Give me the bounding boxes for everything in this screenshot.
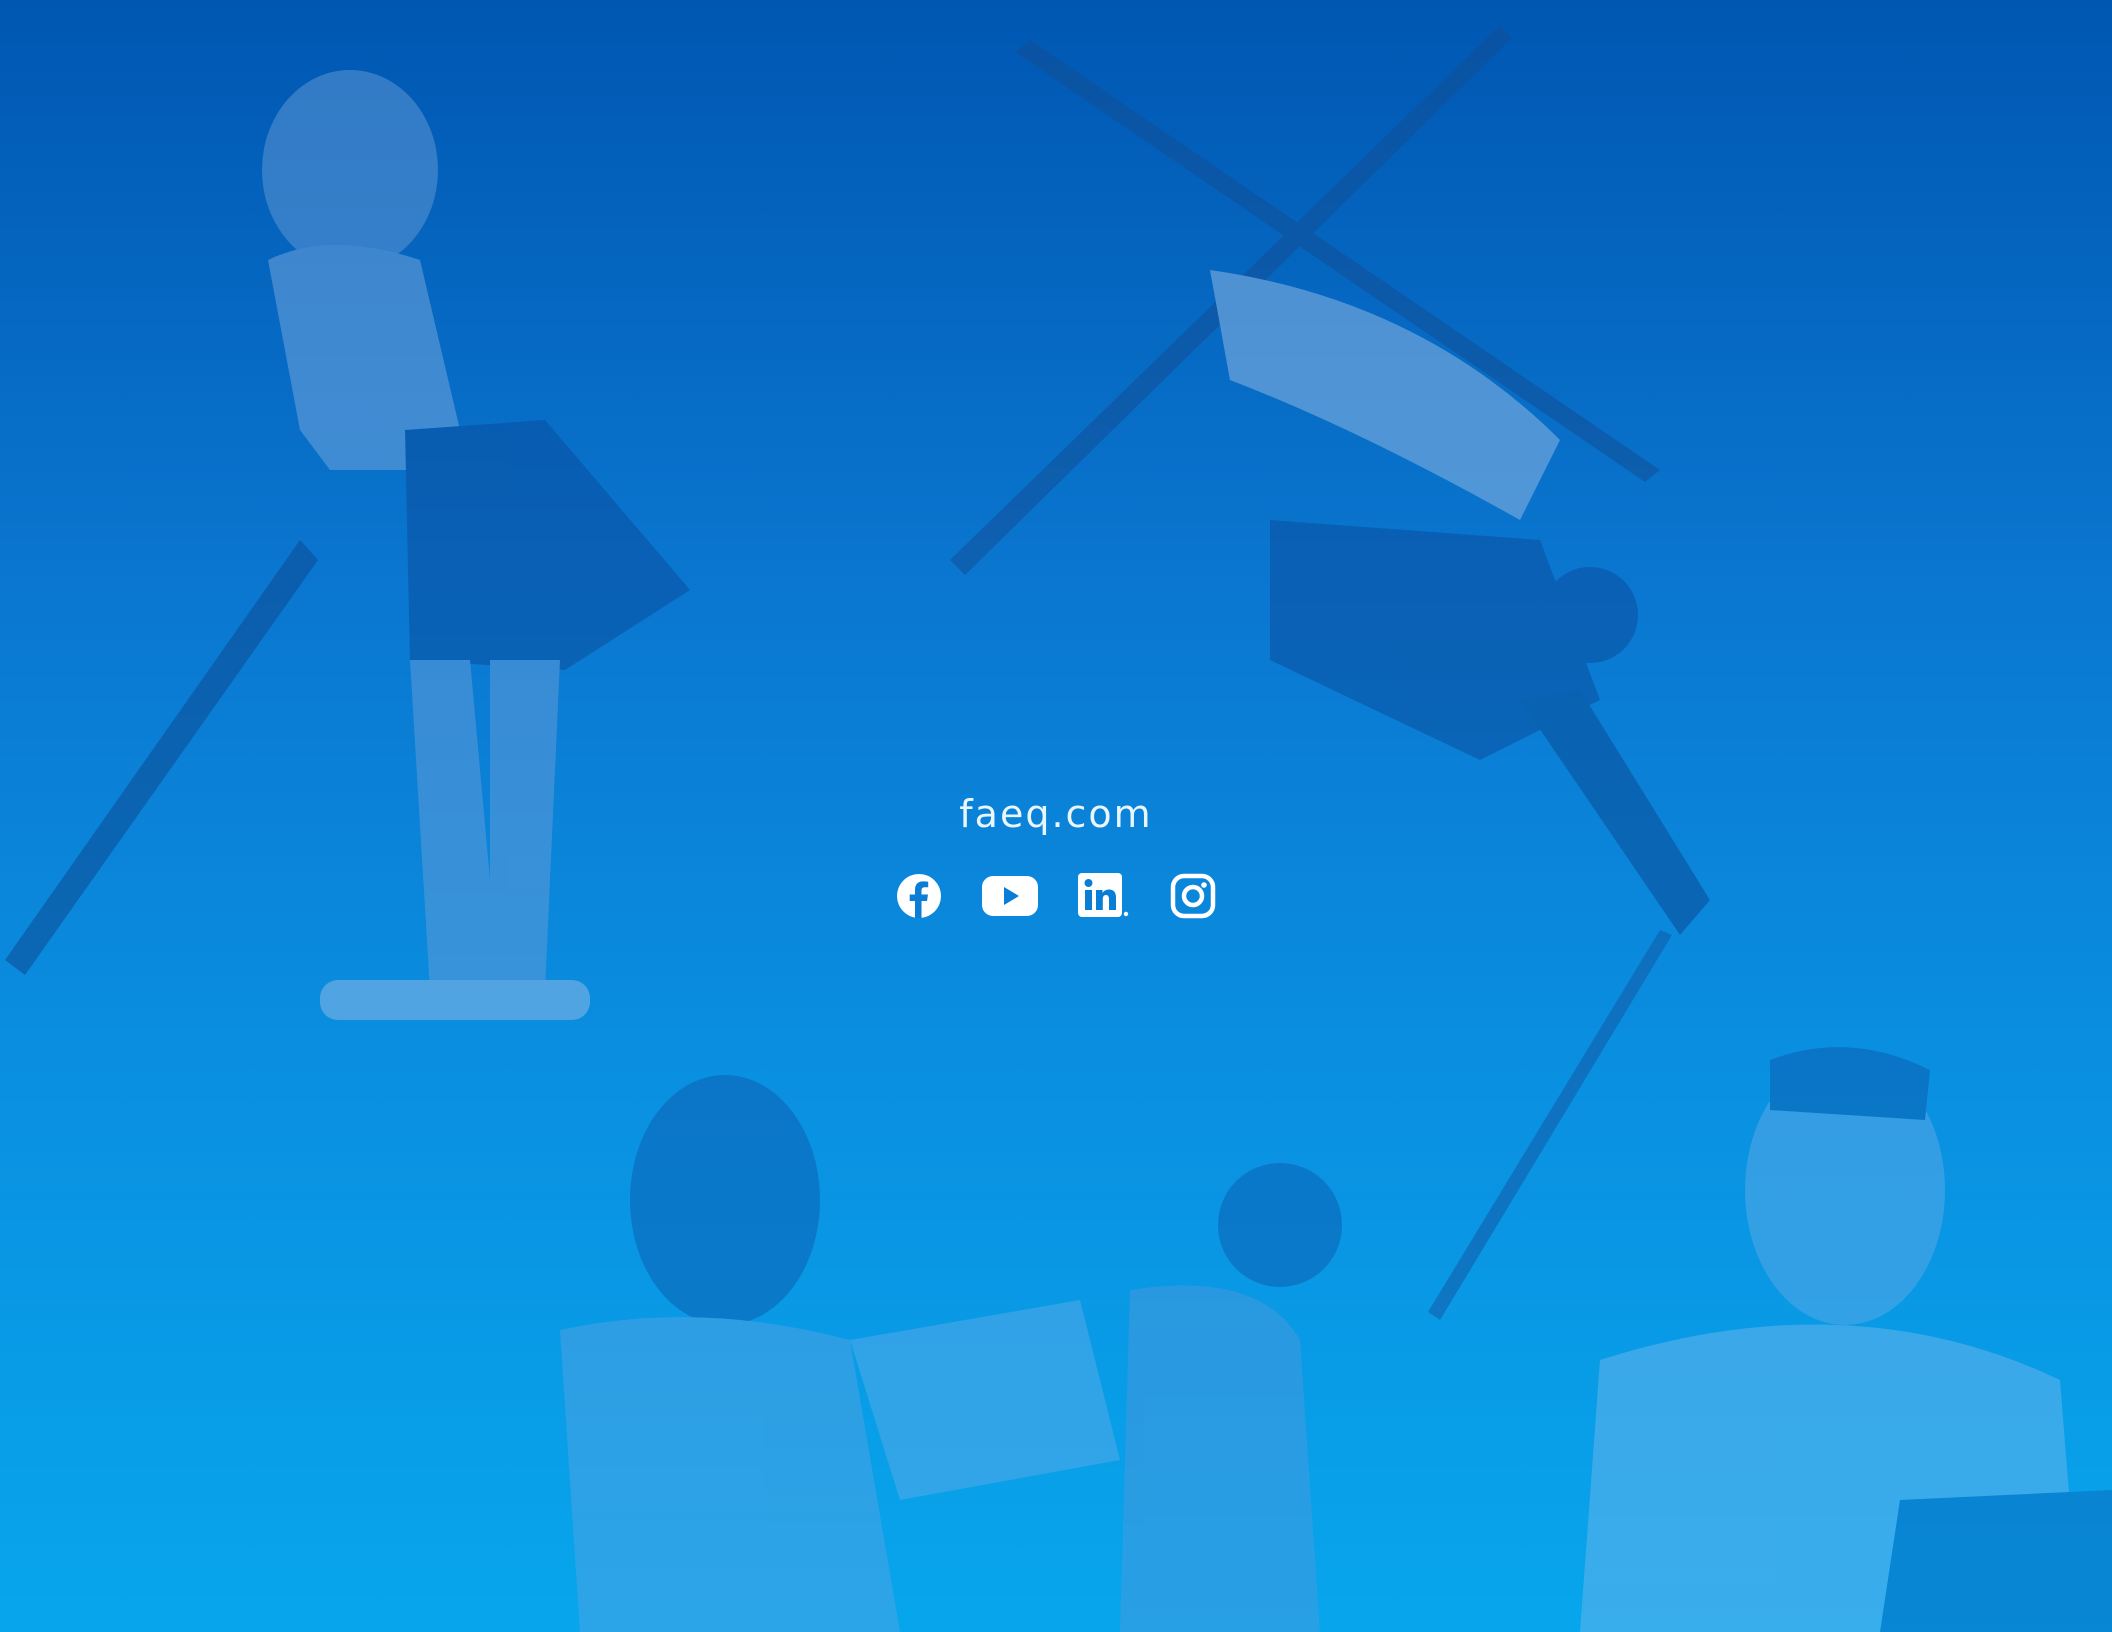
facebook-link[interactable] <box>896 870 942 922</box>
instagram-icon <box>1170 873 1216 919</box>
youtube-icon <box>982 876 1038 916</box>
social-links <box>856 870 1256 922</box>
linkedin-link[interactable] <box>1078 870 1130 922</box>
back-cover-page: faeq.com <box>0 0 2112 1632</box>
linkedin-icon <box>1078 873 1129 917</box>
facebook-icon <box>897 874 941 918</box>
skier-figure <box>950 25 1710 1320</box>
man-figure <box>1580 1047 2112 1632</box>
contact-block: faeq.com <box>856 790 1256 930</box>
website-url[interactable]: faeq.com <box>856 790 1256 838</box>
youtube-link[interactable] <box>982 870 1038 922</box>
taekwondo-figures <box>560 1075 1342 1632</box>
instagram-link[interactable] <box>1170 870 1216 922</box>
golfer-figure <box>5 70 690 1020</box>
